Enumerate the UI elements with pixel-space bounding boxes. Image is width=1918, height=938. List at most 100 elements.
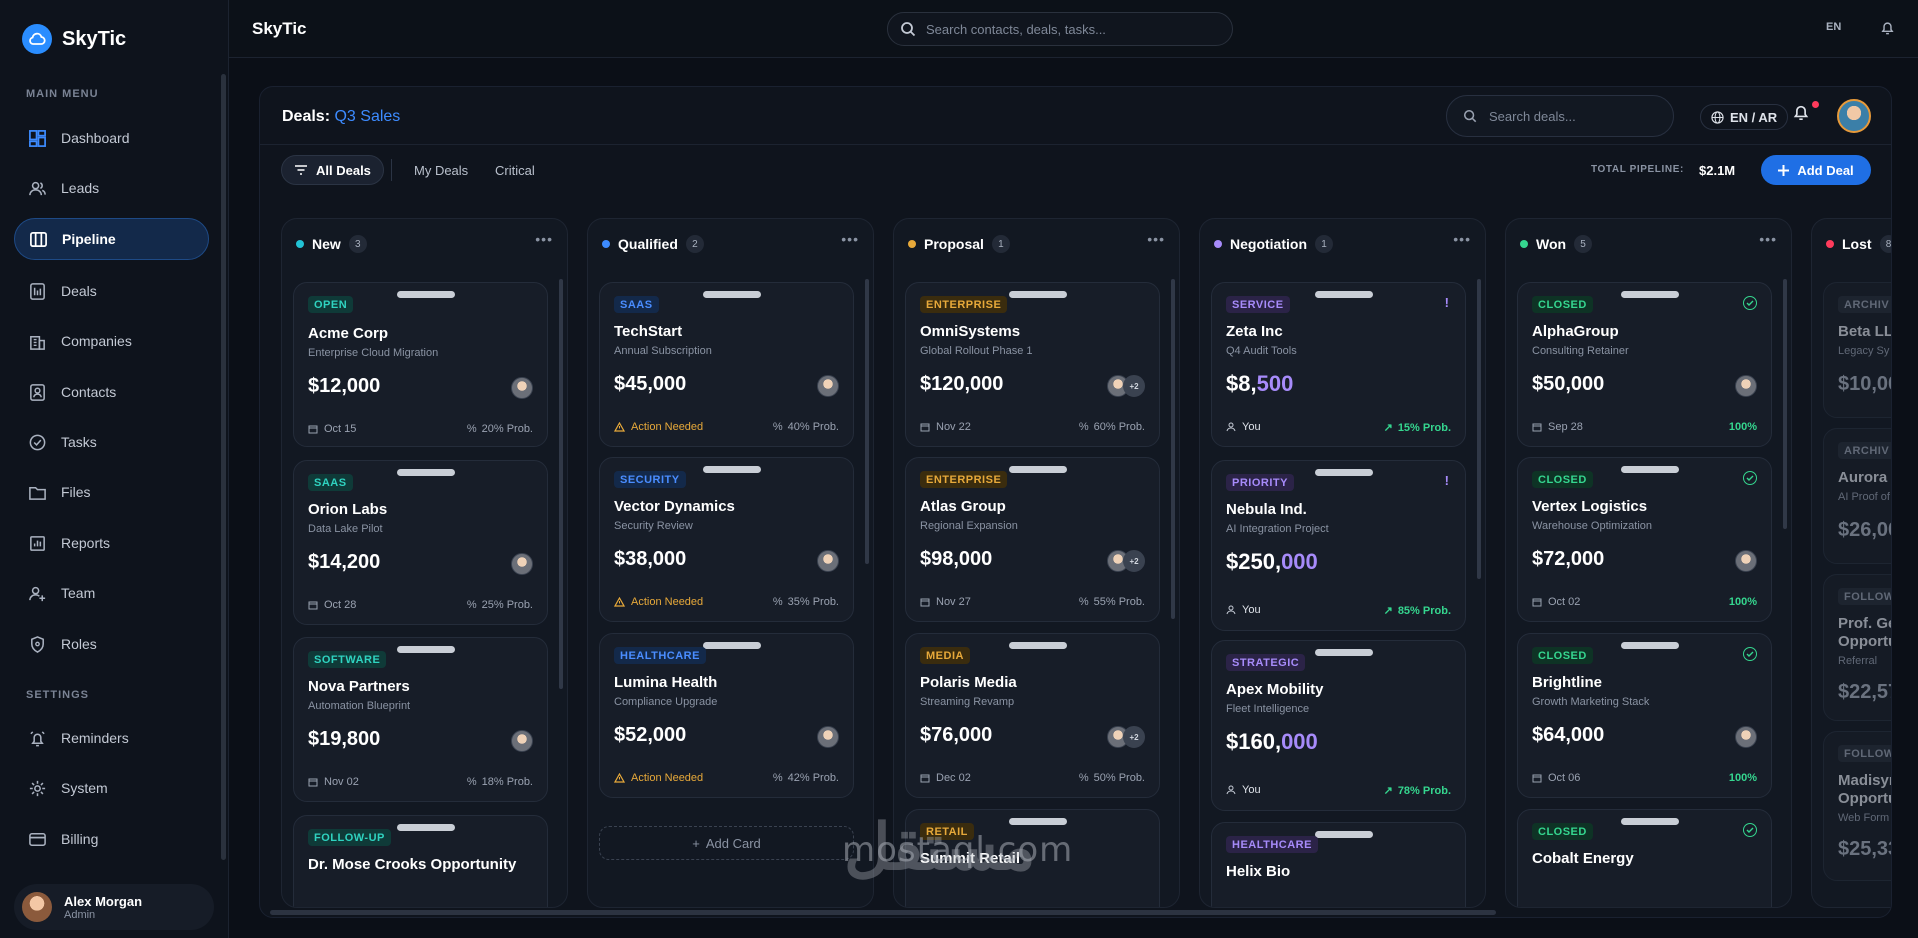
drag-handle[interactable]: [1009, 291, 1067, 298]
deal-tag: OPEN: [308, 296, 354, 313]
sidebar-scrollbar[interactable]: [221, 74, 226, 860]
column-scrollbar[interactable]: [865, 279, 869, 564]
pipeline-name[interactable]: Q3 Sales: [334, 108, 400, 125]
deal-card[interactable]: PRIORITY ! Nebula Ind. AI Integration Pr…: [1211, 460, 1466, 631]
sidebar-item-contacts[interactable]: Contacts: [14, 371, 209, 413]
deal-card[interactable]: FOLLOW-UP Dr. Mose Crooks Opportunity: [293, 815, 548, 907]
column-scrollbar[interactable]: [1783, 279, 1787, 529]
deal-card[interactable]: HEALTHCARE Lumina Health Compliance Upgr…: [599, 633, 854, 798]
drag-handle[interactable]: [1315, 469, 1373, 476]
more-icon[interactable]: •••: [841, 231, 859, 247]
horizontal-scrollbar[interactable]: [270, 910, 1496, 915]
sidebar-item-system[interactable]: System: [14, 767, 209, 809]
deal-owner: You: [1226, 421, 1261, 433]
language-switch[interactable]: EN / AR: [1700, 104, 1789, 130]
filter-my-deals[interactable]: My Deals: [414, 163, 468, 178]
drag-handle[interactable]: [1621, 466, 1679, 473]
sidebar-item-files[interactable]: Files: [14, 471, 209, 513]
sidebar-item-label: Companies: [61, 333, 132, 349]
deal-card[interactable]: CLOSED AlphaGroup Consulting Retainer $5…: [1517, 282, 1772, 447]
sidebar-item-roles[interactable]: Roles: [14, 623, 209, 665]
sidebar-item-leads[interactable]: Leads: [14, 167, 209, 209]
deal-tag: CLOSED: [1532, 823, 1593, 840]
column-scrollbar[interactable]: [1171, 279, 1175, 619]
sidebar-item-reports[interactable]: Reports: [14, 522, 209, 564]
filter-critical[interactable]: Critical: [495, 163, 535, 178]
column-scrollbar[interactable]: [1477, 279, 1481, 579]
deal-card[interactable]: ENTERPRISE OmniSystems Global Rollout Ph…: [905, 282, 1160, 447]
sidebar-item-pipeline[interactable]: Pipeline: [14, 218, 209, 260]
drag-handle[interactable]: [397, 469, 455, 476]
sidebar-item-label: Billing: [61, 831, 99, 847]
sidebar-item-deals[interactable]: Deals: [14, 270, 209, 312]
deal-card[interactable]: ARCHIV Beta LLC Legacy Sy $10,00: [1823, 282, 1891, 418]
avatar[interactable]: [1837, 99, 1871, 133]
drag-handle[interactable]: [1315, 649, 1373, 656]
drag-handle[interactable]: [397, 291, 455, 298]
team-icon: [29, 586, 46, 601]
deal-name: Zeta Inc: [1226, 323, 1283, 340]
add-card-button[interactable]: + Add Card: [599, 826, 854, 860]
deal-card[interactable]: SERVICE ! Zeta Inc Q4 Audit Tools $8,500…: [1211, 282, 1466, 447]
bell-icon[interactable]: [1880, 20, 1895, 41]
deal-amount: $12,000: [308, 375, 381, 397]
drag-handle[interactable]: [1621, 291, 1679, 298]
drag-handle[interactable]: [397, 824, 455, 831]
sidebar-item-label: System: [61, 780, 108, 796]
global-search-input[interactable]: [926, 21, 1176, 37]
deal-card[interactable]: CLOSED Vertex Logistics Warehouse Optimi…: [1517, 457, 1772, 622]
deal-card[interactable]: FOLLOW Madisyn Opportu Web Form $25,33: [1823, 731, 1891, 881]
drag-handle[interactable]: [1009, 466, 1067, 473]
deal-card[interactable]: CLOSED Brightline Growth Marketing Stack…: [1517, 633, 1772, 798]
column-header: Won 5: [1520, 235, 1593, 253]
deal-card[interactable]: FOLLOW Prof. Ge Opportu Referral $22,57: [1823, 574, 1891, 721]
deal-card[interactable]: STRATEGIC Apex Mobility Fleet Intelligen…: [1211, 640, 1466, 811]
deal-card[interactable]: SECURITY Vector Dynamics Security Review…: [599, 457, 854, 622]
deal-card[interactable]: ENTERPRISE Atlas Group Regional Expansio…: [905, 457, 1160, 622]
deal-subtitle: Regional Expansion: [920, 520, 1018, 532]
deal-search[interactable]: [1446, 95, 1674, 137]
deal-card[interactable]: SAAS TechStart Annual Subscription $45,0…: [599, 282, 854, 447]
column-scrollbar[interactable]: [559, 279, 563, 689]
more-icon[interactable]: •••: [535, 231, 553, 247]
more-icon[interactable]: •••: [1453, 231, 1471, 247]
sidebar-item-dashboard[interactable]: Dashboard: [14, 117, 209, 159]
credit-card-icon: [29, 832, 46, 846]
deal-card[interactable]: SAAS Orion Labs Data Lake Pilot $14,200 …: [293, 460, 548, 625]
add-deal-button[interactable]: Add Deal: [1761, 155, 1871, 185]
filter-all-deals[interactable]: All Deals: [281, 155, 384, 185]
drag-handle[interactable]: [1009, 642, 1067, 649]
sidebar-item-tasks[interactable]: Tasks: [14, 421, 209, 463]
more-icon[interactable]: •••: [1759, 231, 1777, 247]
deal-card[interactable]: ARCHIV Aurora I AI Proof of $26,00: [1823, 428, 1891, 564]
percent-icon: %: [772, 596, 783, 608]
sidebar-item-reminders[interactable]: Reminders: [14, 717, 209, 759]
drag-handle[interactable]: [703, 466, 761, 473]
drag-handle[interactable]: [1621, 818, 1679, 825]
sidebar-item-billing[interactable]: Billing: [14, 818, 209, 860]
settings-heading: SETTINGS: [26, 689, 90, 701]
notifications-bell-icon[interactable]: [1792, 103, 1810, 127]
deal-card[interactable]: OPEN Acme Corp Enterprise Cloud Migratio…: [293, 282, 548, 447]
deal-card[interactable]: SOFTWARE Nova Partners Automation Bluepr…: [293, 637, 548, 802]
sidebar-item-team[interactable]: Team: [14, 572, 209, 614]
drag-handle[interactable]: [1315, 291, 1373, 298]
drag-handle[interactable]: [703, 642, 761, 649]
deal-subtitle: Web Form: [1838, 812, 1890, 824]
drag-handle[interactable]: [397, 646, 455, 653]
sidebar-item-companies[interactable]: Companies: [14, 320, 209, 362]
deal-card[interactable]: HEALTHCARE Helix Bio: [1211, 822, 1466, 907]
drag-handle[interactable]: [1621, 642, 1679, 649]
drag-handle[interactable]: [1315, 831, 1373, 838]
more-icon[interactable]: •••: [1147, 231, 1165, 247]
language-toggle[interactable]: EN: [1826, 21, 1841, 33]
deal-search-input[interactable]: [1489, 108, 1649, 124]
user-profile[interactable]: Alex Morgan Admin: [14, 884, 214, 930]
deal-card[interactable]: CLOSED Cobalt Energy: [1517, 809, 1772, 907]
brand[interactable]: SkyTic: [22, 24, 126, 54]
global-search[interactable]: [887, 12, 1233, 46]
drag-handle[interactable]: [703, 291, 761, 298]
action-needed-status: Action Needed: [614, 421, 703, 433]
deal-card[interactable]: MEDIA Polaris Media Streaming Revamp $76…: [905, 633, 1160, 798]
deal-probability: % 35% Prob.: [772, 596, 839, 608]
